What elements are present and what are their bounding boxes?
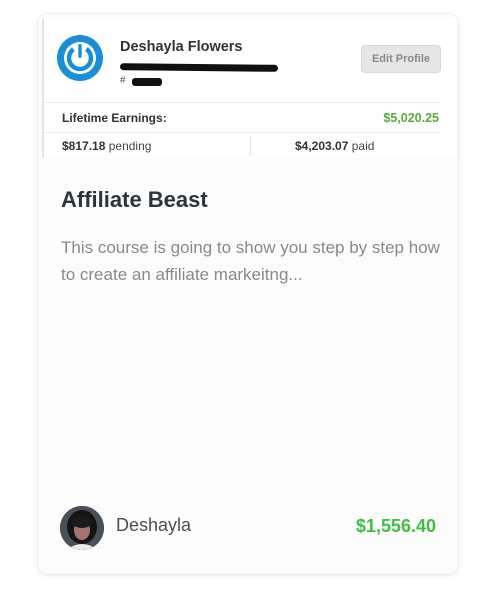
paid-label: paid: [351, 139, 375, 153]
redacted-email: [119, 63, 279, 72]
paid-earnings: $4,203.07 paid: [295, 139, 374, 153]
user-id-prefix: #: [120, 75, 126, 86]
profile-panel: Deshayla Flowers # Edit Profile Lifetime…: [42, 18, 458, 158]
paid-amount: $4,203.07: [295, 139, 349, 153]
pending-label: pending: [108, 139, 152, 153]
course-card[interactable]: Deshayla Flowers # Edit Profile Lifetime…: [38, 14, 458, 574]
earnings-breakdown-row: $817.18 pending $4,203.07 paid: [44, 132, 441, 160]
redacted-id: [132, 78, 162, 86]
lifetime-earnings-value: $5,020.25: [383, 111, 439, 125]
avatar-image: [60, 506, 104, 550]
course-title[interactable]: Affiliate Beast: [61, 187, 208, 213]
author-name[interactable]: Deshayla: [116, 515, 191, 536]
power-logo-icon: [57, 35, 103, 81]
edit-profile-button[interactable]: Edit Profile: [361, 45, 441, 73]
lifetime-earnings-row: Lifetime Earnings: $5,020.25: [44, 102, 441, 133]
course-price: $1,556.40: [355, 516, 436, 536]
course-description: This course is going to show you step by…: [61, 238, 440, 284]
avatar[interactable]: [60, 506, 104, 550]
pending-earnings: $817.18 pending: [62, 139, 151, 153]
lifetime-earnings-label: Lifetime Earnings:: [62, 111, 167, 125]
user-name: Deshayla Flowers: [120, 39, 243, 55]
pending-amount: $817.18: [62, 139, 106, 153]
divider: [250, 136, 251, 156]
